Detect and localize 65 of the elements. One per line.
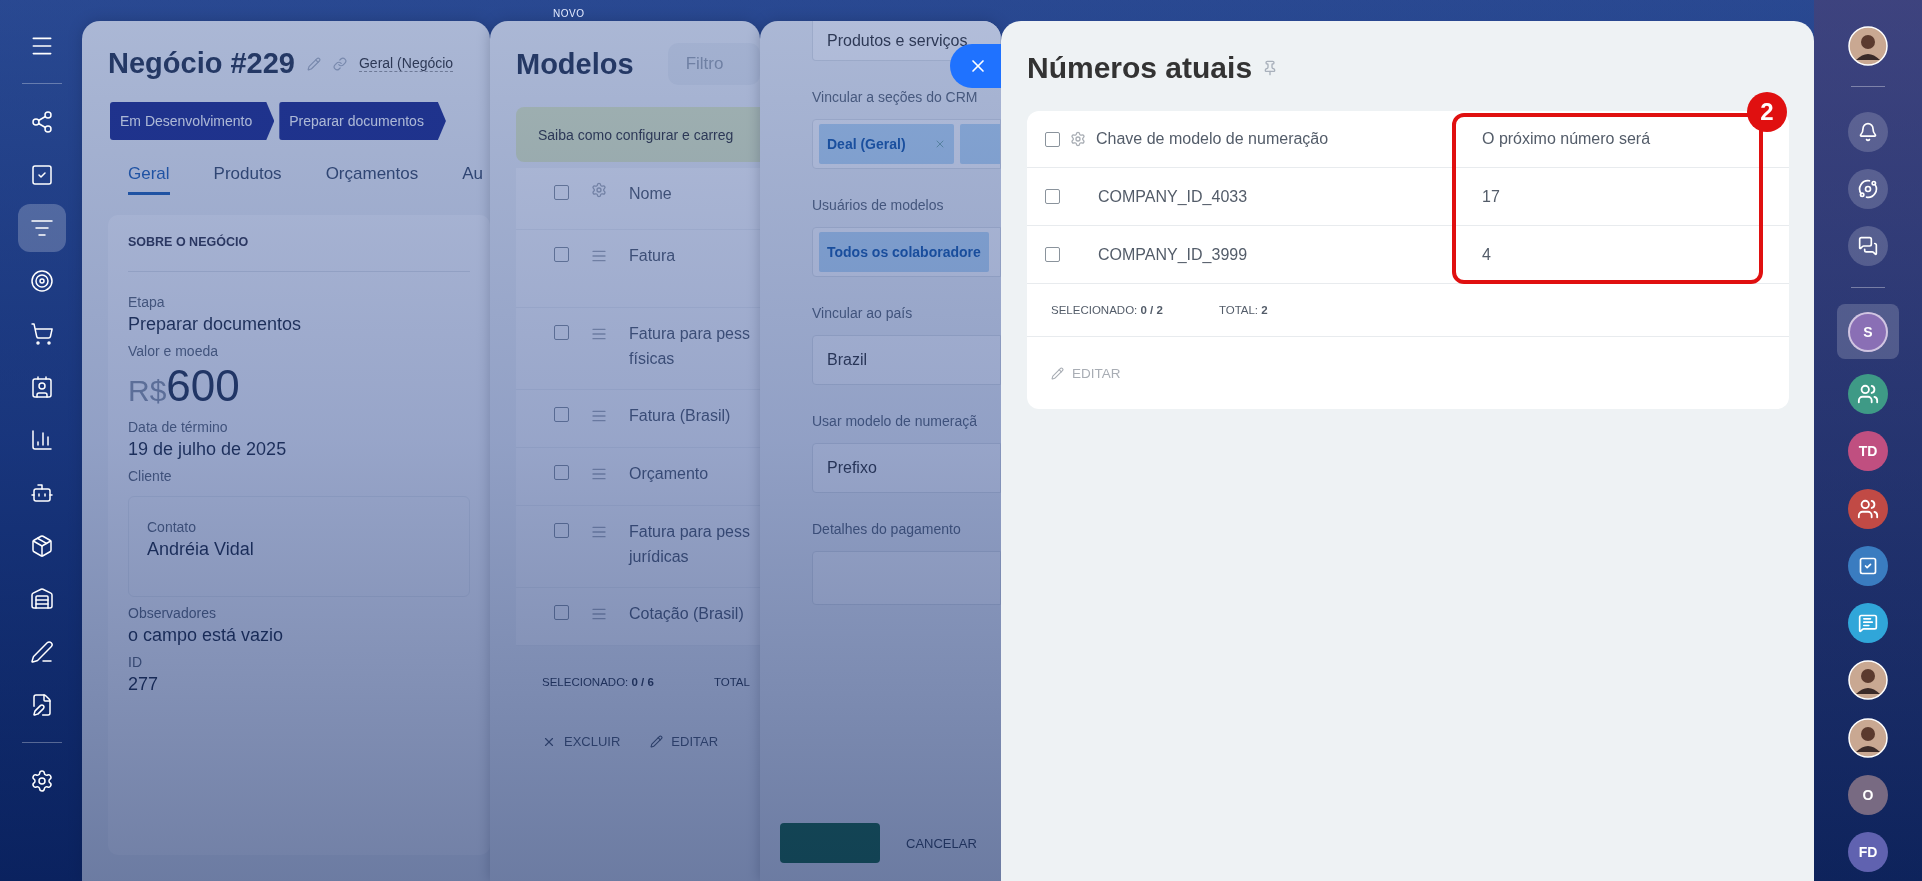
template-name[interactable]: Cotação (Brasil)	[629, 602, 744, 627]
field-label: Etapa	[128, 294, 165, 310]
select-field[interactable]: Prefixo	[812, 443, 1001, 493]
tag-selector[interactable]: Deal (Geral)	[812, 119, 1001, 169]
column-header[interactable]: Chave de modelo de numeração	[1096, 130, 1386, 148]
field-label: Vincular ao país	[812, 305, 913, 321]
initials-avatar[interactable]: TD	[1848, 431, 1888, 472]
field-value: 19 de julho de 2025	[128, 439, 287, 460]
edit-button[interactable]: EDITAR	[650, 734, 719, 749]
tab[interactable]: Orçamentos	[325, 164, 419, 195]
tab[interactable]: Geral	[128, 164, 170, 195]
table-cell: 17	[1482, 187, 1500, 206]
table-cell: 4	[1482, 245, 1491, 264]
field-label: Data de término	[128, 419, 228, 435]
field-label: ID	[128, 654, 142, 670]
select-field[interactable]: Brazil	[812, 335, 1001, 385]
stage-step[interactable]: Em Desenvolvimento	[110, 102, 275, 140]
field-label: Cliente	[128, 468, 172, 484]
field-label: Usuários de modelos	[812, 197, 944, 213]
total-count: TOTAL: 2	[1218, 304, 1268, 316]
contact-name[interactable]: Andréia Vidal	[147, 539, 254, 560]
stage-step[interactable]: Preparar documentos	[279, 102, 446, 140]
amount-value: 600	[166, 361, 240, 411]
selected-count: SELECIONADO: 0 / 2	[1051, 304, 1163, 316]
templates-title: Modelos	[516, 47, 634, 81]
template-name[interactable]: Fatura (Brasil)	[629, 404, 731, 429]
currency-symbol: R$	[128, 374, 167, 408]
selected-chat-slot[interactable]: S	[1837, 304, 1899, 360]
initials-avatar[interactable]: S	[1848, 311, 1888, 352]
column-header[interactable]: Nome	[629, 182, 672, 207]
field-value: Preparar documentos	[128, 314, 302, 335]
total-count: TOTAL	[713, 676, 750, 688]
template-name[interactable]: Fatura para pess físicas	[629, 322, 750, 372]
pipeline-link[interactable]: Geral (Negócio	[359, 55, 454, 72]
table-cell-text: COMPANY_ID_4033	[1098, 187, 1249, 206]
tag-selector[interactable]: Todos os colaboradore	[812, 227, 1001, 277]
tab[interactable]: Au	[462, 164, 483, 195]
info-banner: Saiba como configurar e carreg	[516, 107, 760, 162]
tab[interactable]: Produtos	[213, 164, 282, 195]
field-label: Vincular a seções do CRM	[812, 89, 978, 105]
cancel-button[interactable]: CANCELAR	[900, 834, 983, 852]
new-label: NOVO	[553, 8, 585, 19]
section-title: SOBRE O NEGÓCIO	[128, 235, 470, 272]
panel-title: Números atuais	[1027, 51, 1253, 85]
tag-chip[interactable]: Todos os colaboradore	[819, 232, 989, 272]
initials-avatar[interactable]: FD	[1848, 832, 1888, 873]
template-name[interactable]: Fatura	[629, 244, 676, 269]
initials-avatar[interactable]: O	[1848, 775, 1888, 815]
table-cell-text: COMPANY_ID_3999	[1098, 245, 1249, 264]
template-name[interactable]: Fatura para pess jurídicas	[629, 520, 750, 570]
delete-button[interactable]: EXCLUIR	[542, 734, 621, 749]
deal-title: Negócio #229	[108, 47, 295, 80]
field-value: 277	[128, 674, 159, 695]
field-value: o campo está vazio	[128, 625, 284, 646]
text-field[interactable]: Produtos e serviços	[812, 21, 1001, 61]
field-label: Observadores	[128, 605, 216, 621]
field-label: Contato	[147, 519, 197, 535]
field-label: Usar modelo de numeraçã	[812, 413, 977, 429]
template-name[interactable]: Orçamento	[629, 462, 709, 487]
column-header[interactable]: O próximo número será	[1482, 130, 1651, 148]
field-label: Detalhes do pagamento	[812, 521, 961, 537]
field-label: Valor e moeda	[128, 343, 218, 359]
step-badge: 2	[1747, 92, 1787, 132]
selected-count: SELECIONADO: 0 / 6	[542, 676, 654, 688]
tag-chip[interactable]: Deal (Geral)	[819, 124, 954, 164]
